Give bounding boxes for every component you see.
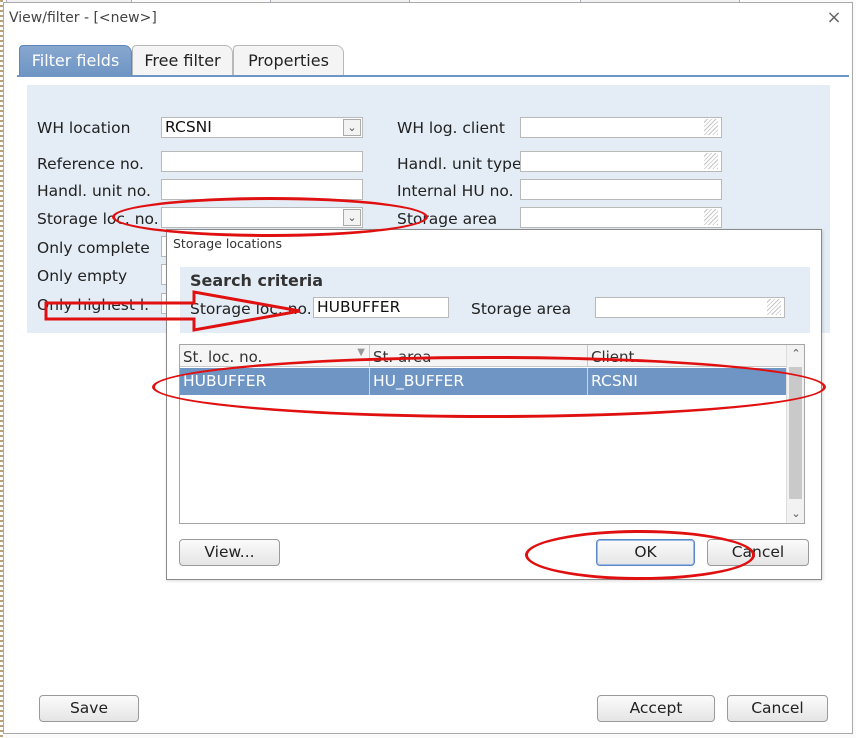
reference-no-input[interactable]	[161, 151, 363, 172]
handl-unit-type-input[interactable]	[520, 151, 722, 172]
vertical-scrollbar[interactable]: ⌃ ⌄	[786, 345, 804, 523]
storage-locations-title: Storage locations	[173, 236, 282, 251]
storage-loc-no-label: Storage loc. no.	[37, 210, 159, 228]
cell-st-loc-no: HUBUFFER	[180, 368, 370, 395]
table-row[interactable]: HUBUFFER HU_BUFFER RCSNI	[180, 368, 788, 395]
save-button[interactable]: Save	[39, 695, 139, 722]
column-header-label: St. loc. no.	[183, 348, 263, 366]
wh-log-client-input[interactable]	[520, 117, 722, 138]
internal-hu-no-input[interactable]	[520, 179, 722, 200]
dialog-cancel-button[interactable]: Cancel	[707, 539, 809, 566]
view-button[interactable]: View...	[179, 539, 280, 566]
column-header-st-area[interactable]: St. area	[370, 345, 588, 367]
search-storage-loc-no-input[interactable]: HUBUFFER	[313, 297, 449, 318]
sort-icon: ▼	[357, 347, 365, 358]
only-highest-label: Only highest l.	[37, 296, 150, 314]
chevron-down-icon[interactable]: ⌄	[343, 119, 361, 136]
tab-filter-fields[interactable]: Filter fields	[19, 45, 132, 76]
storage-locations-table: St. loc. no. ▼ St. area Client HUBUFFER …	[179, 344, 805, 524]
wh-log-client-label: WH log. client	[397, 119, 505, 137]
only-complete-label: Only complete	[37, 239, 150, 257]
handl-unit-type-label: Handl. unit type	[397, 155, 522, 173]
storage-area-input[interactable]	[520, 207, 722, 228]
cell-client: RCSNI	[591, 372, 638, 390]
search-storage-area-label: Storage area	[471, 300, 572, 318]
internal-hu-no-label: Internal HU no.	[397, 182, 514, 200]
search-storage-area-input[interactable]	[595, 297, 785, 318]
close-icon[interactable]: ×	[824, 8, 844, 28]
tab-free-filter[interactable]: Free filter	[132, 45, 233, 76]
wh-location-label: WH location	[37, 119, 131, 137]
scrollbar-thumb[interactable]	[789, 367, 802, 499]
chevron-down-icon[interactable]: ⌄	[343, 209, 361, 226]
accept-button[interactable]: Accept	[597, 695, 715, 722]
storage-loc-no-select[interactable]: ⌄	[161, 207, 363, 228]
tab-properties[interactable]: Properties	[233, 45, 344, 76]
storage-area-label: Storage area	[397, 210, 498, 228]
handl-unit-no-input[interactable]	[161, 179, 363, 200]
search-storage-loc-no-label: Storage loc. no.	[190, 300, 312, 318]
search-criteria-panel: Search criteria Storage loc. no. HUBUFFE…	[180, 267, 810, 333]
dialog-title: View/filter - [<new>]	[9, 10, 157, 26]
search-criteria-heading: Search criteria	[190, 271, 324, 290]
wh-location-value: RCSNI	[165, 118, 212, 136]
scroll-down-icon[interactable]: ⌄	[787, 505, 805, 523]
handl-unit-no-label: Handl. unit no.	[37, 182, 151, 200]
tab-strip-underline	[17, 75, 849, 77]
wh-location-select[interactable]: RCSNI ⌄	[161, 117, 363, 138]
storage-locations-dialog: Storage locations Search criteria Storag…	[166, 229, 822, 580]
column-header-st-loc-no[interactable]: St. loc. no. ▼	[180, 345, 370, 367]
ok-button[interactable]: OK	[596, 539, 695, 566]
cell-st-area: HU_BUFFER	[370, 368, 588, 395]
scroll-up-icon[interactable]: ⌃	[787, 345, 805, 363]
reference-no-label: Reference no.	[37, 155, 144, 173]
only-empty-label: Only empty	[37, 267, 128, 285]
column-header-client[interactable]: Client	[588, 345, 788, 367]
cancel-button[interactable]: Cancel	[727, 695, 828, 722]
